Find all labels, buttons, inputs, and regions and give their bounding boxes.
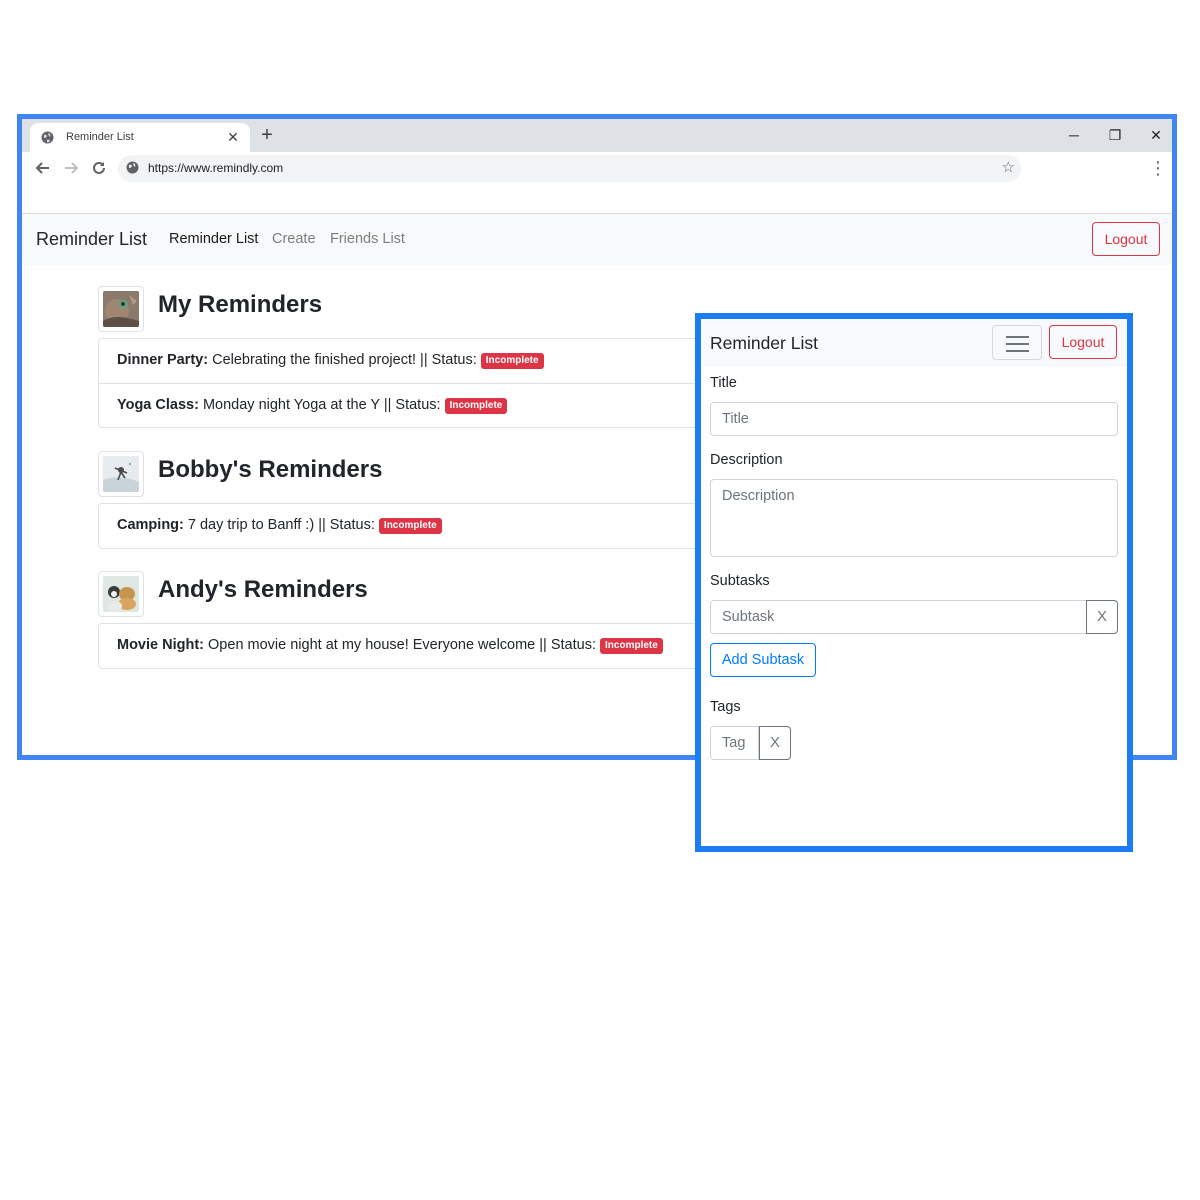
globe-icon [41,131,54,149]
reminder-description: Monday night Yoga at the Y || Status: [202,397,441,413]
reload-icon[interactable] [86,156,112,180]
url-text: https://www.remindly.com [148,161,284,175]
pets-avatar-image [103,576,139,612]
reminder-title: Movie Night: [117,637,204,653]
list-item[interactable]: Movie Night: Open movie night at my hous… [99,624,697,668]
cat-avatar-image [103,291,139,327]
section-title: Andy's Reminders [158,576,368,603]
snow-avatar-image [103,456,139,492]
browser-menu-icon[interactable]: ⋮ [1148,156,1168,180]
navbar-brand[interactable]: Reminder List [36,229,147,250]
description-label: Description [710,452,783,468]
avatar [98,451,144,497]
add-subtask-button[interactable]: Add Subtask [710,643,816,677]
mobile-view-overlay: Reminder List Logout Title Title Descrip… [695,313,1133,852]
remove-subtask-button[interactable]: X [1086,600,1118,634]
reminder-description: 7 day trip to Banff :) || Status: [187,517,375,533]
mobile-logout-button[interactable]: Logout [1049,325,1117,359]
minimize-icon[interactable]: ─ [1059,125,1089,145]
tab-strip: Reminder List ✕ + ─ ❐ ✕ [22,119,1172,152]
logout-button[interactable]: Logout [1092,222,1160,256]
list-item[interactable]: Dinner Party: Celebrating the finished p… [99,339,697,383]
list-item[interactable]: Yoga Class: Monday night Yoga at the Y |… [99,383,697,427]
subtask-input[interactable]: Subtask [710,600,1087,634]
nav-link-reminder-list[interactable]: Reminder List [169,231,258,247]
site-info-icon[interactable] [126,161,139,179]
mobile-navbar-brand[interactable]: Reminder List [710,333,818,354]
status-badge: Incomplete [600,638,663,654]
nav-link-friends-list[interactable]: Friends List [330,231,405,247]
reminder-title: Yoga Class: [117,397,199,413]
reminder-description: Open movie night at my house! Everyone w… [208,637,596,653]
new-tab-icon[interactable]: + [256,124,278,146]
browser-toolbar: https://www.remindly.com ☆ ⋮ [22,152,1172,184]
status-badge: Incomplete [480,353,544,369]
reminder-list: Camping: 7 day trip to Banff :) || Statu… [98,503,698,549]
bookmark-star-icon[interactable]: ☆ [1002,157,1015,179]
nav-link-create[interactable]: Create [272,231,316,247]
back-icon[interactable] [30,156,56,180]
title-label: Title [710,375,737,391]
reminder-description: Celebrating the finished project! || Sta… [212,352,477,368]
description-textarea[interactable]: Description [710,479,1118,557]
avatar [98,286,144,332]
close-window-icon[interactable]: ✕ [1141,125,1171,145]
reminder-list: Dinner Party: Celebrating the finished p… [98,338,698,428]
avatar [98,571,144,617]
status-badge: Incomplete [444,398,508,414]
browser-tab[interactable]: Reminder List ✕ [30,123,250,152]
subtasks-label: Subtasks [710,573,770,589]
tag-input[interactable]: Tag [710,726,759,760]
reminder-title: Dinner Party: [117,352,209,368]
forward-icon[interactable] [58,156,84,180]
tab-title: Reminder List [66,131,134,143]
navbar: Reminder List Reminder List Create Frien… [22,214,1172,265]
close-tab-icon[interactable]: ✕ [224,128,242,146]
remove-tag-button[interactable]: X [759,726,791,760]
status-badge: Incomplete [378,518,442,534]
section-title: Bobby's Reminders [158,456,383,483]
restore-icon[interactable]: ❐ [1100,125,1130,145]
section-title: My Reminders [158,291,323,318]
hamburger-icon [1006,350,1029,352]
hamburger-menu-button[interactable] [992,325,1042,360]
mobile-navbar: Reminder List Logout [701,319,1127,367]
hamburger-icon [1006,336,1029,338]
list-item[interactable]: Camping: 7 day trip to Banff :) || Statu… [99,504,697,548]
tags-label: Tags [710,699,741,715]
reminder-title: Camping: [117,517,184,533]
address-bar[interactable]: https://www.remindly.com ☆ [118,155,1021,182]
reminder-list: Movie Night: Open movie night at my hous… [98,623,698,669]
title-input[interactable]: Title [710,402,1118,436]
hamburger-icon [1006,343,1029,345]
